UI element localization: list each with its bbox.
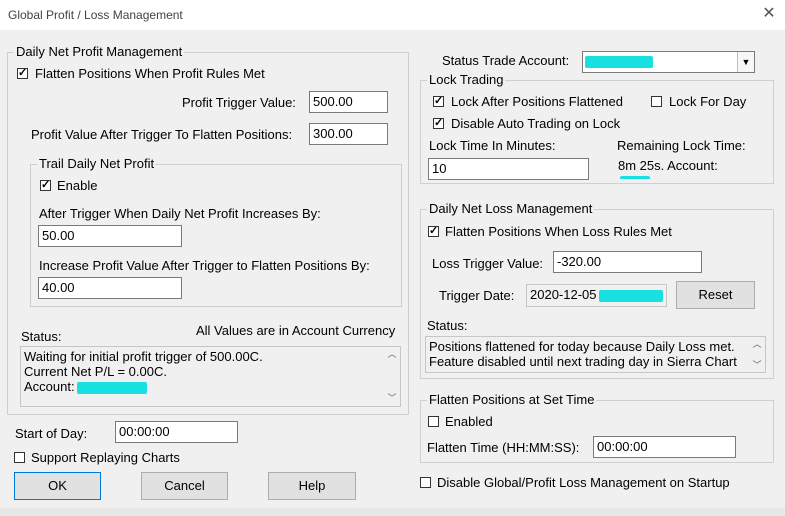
- loss-status-line: Feature disabled until next trading day …: [429, 354, 737, 369]
- flatten-time-input[interactable]: 00:00:00: [593, 436, 736, 458]
- background-strip: [0, 508, 785, 516]
- redacted-account: [76, 381, 147, 394]
- reset-button[interactable]: Reset: [676, 281, 755, 309]
- trail-increase-after-label: Increase Profit Value After Trigger to F…: [39, 258, 370, 273]
- loss-flatten-label: Flatten Positions When Loss Rules Met: [445, 224, 672, 239]
- currency-note: All Values are in Account Currency: [196, 323, 396, 338]
- profit-status-line: Current Net P/L = 0.00C.: [24, 364, 167, 379]
- trail-increase-after-input[interactable]: 40.00: [38, 277, 182, 299]
- flatten-time-label: Flatten Time (HH:MM:SS):: [427, 440, 580, 455]
- close-icon[interactable]: ✕: [760, 4, 778, 24]
- lock-after-flatten-checkbox[interactable]: ✓: [433, 96, 444, 107]
- profit-status-box: Waiting for initial profit trigger of 50…: [20, 346, 401, 407]
- lock-for-day-checkbox[interactable]: [651, 96, 662, 107]
- trail-group-legend: Trail Daily Net Profit: [39, 156, 155, 171]
- lock-for-day-label: Lock For Day: [669, 94, 747, 109]
- support-replay-checkbox[interactable]: [14, 452, 25, 463]
- remaining-lock-label: Remaining Lock Time:: [617, 138, 746, 153]
- loss-status-scrollbar[interactable]: ︿ ﹀: [749, 337, 765, 372]
- flatten-time-group-legend: Flatten Positions at Set Time: [429, 392, 595, 407]
- redacted-account: [585, 56, 653, 68]
- profit-status-label: Status:: [21, 329, 62, 344]
- disable-global-label: Disable Global/Profit Loss Management on…: [437, 475, 730, 490]
- profit-status-line: Waiting for initial profit trigger of 50…: [24, 349, 263, 364]
- start-of-day-input[interactable]: 00:00:00: [115, 421, 238, 443]
- remaining-lock-value: 8m 25s. Account:: [618, 158, 718, 173]
- loss-status-box: Positions flattened for today because Da…: [425, 336, 766, 373]
- scroll-down-icon[interactable]: ﹀: [384, 392, 400, 404]
- profit-flatten-checkbox[interactable]: ✓: [17, 68, 28, 79]
- loss-group-legend: Daily Net Loss Management: [429, 201, 593, 216]
- profit-after-label: Profit Value After Trigger To Flatten Po…: [31, 127, 293, 142]
- profit-trigger-label: Profit Trigger Value:: [182, 95, 296, 110]
- account-label: Account:: [24, 379, 75, 394]
- support-replay-label: Support Replaying Charts: [31, 450, 180, 465]
- status-trade-account-select[interactable]: ▼: [582, 51, 755, 73]
- redacted-account: [620, 175, 650, 179]
- trigger-date-value: 2020-12-05: [530, 287, 597, 302]
- disable-auto-checkbox[interactable]: ✓: [433, 118, 444, 129]
- status-trade-account-label: Status Trade Account:: [442, 53, 570, 68]
- trail-increase-input[interactable]: 50.00: [38, 225, 182, 247]
- profit-status-scrollbar[interactable]: ︿ ﹀: [384, 347, 400, 406]
- lock-time-input[interactable]: 10: [428, 158, 589, 180]
- profit-trigger-input[interactable]: 500.00: [309, 91, 388, 113]
- help-button[interactable]: Help: [268, 472, 356, 500]
- lock-after-flatten-label: Lock After Positions Flattened: [451, 94, 623, 109]
- scroll-up-icon[interactable]: ︿: [749, 338, 765, 350]
- redacted-account: [598, 289, 663, 302]
- start-of-day-label: Start of Day:: [15, 426, 88, 441]
- loss-flatten-checkbox[interactable]: ✓: [428, 226, 439, 237]
- chevron-down-icon[interactable]: ▼: [737, 52, 754, 72]
- trigger-date-label: Trigger Date:: [439, 288, 515, 303]
- window-title: Global Profit / Loss Management: [8, 8, 183, 22]
- scroll-down-icon[interactable]: ﹀: [749, 359, 765, 371]
- trail-increase-label: After Trigger When Daily Net Profit Incr…: [39, 206, 321, 221]
- lock-time-label: Lock Time In Minutes:: [429, 138, 556, 153]
- profit-flatten-label: Flatten Positions When Profit Rules Met: [35, 66, 265, 81]
- profit-group-legend: Daily Net Profit Management: [16, 44, 183, 59]
- loss-trigger-input[interactable]: -320.00: [553, 251, 702, 273]
- profit-after-input[interactable]: 300.00: [309, 123, 388, 145]
- ok-button[interactable]: OK: [14, 472, 101, 500]
- flatten-time-enabled-checkbox[interactable]: [428, 416, 439, 427]
- loss-status-line: Positions flattened for today because Da…: [429, 339, 735, 354]
- flatten-time-enabled-label: Enabled: [445, 414, 493, 429]
- trigger-date-box: 2020-12-05: [526, 284, 667, 307]
- loss-trigger-label: Loss Trigger Value:: [432, 256, 544, 271]
- loss-status-label: Status:: [427, 318, 468, 333]
- scroll-up-icon[interactable]: ︿: [384, 348, 400, 360]
- disable-global-checkbox[interactable]: [420, 477, 431, 488]
- trail-enable-checkbox[interactable]: ✓: [40, 180, 51, 191]
- disable-auto-label: Disable Auto Trading on Lock: [451, 116, 621, 131]
- cancel-button[interactable]: Cancel: [141, 472, 228, 500]
- trail-enable-label: Enable: [57, 178, 98, 193]
- remaining-lock-box: 8m 25s. Account:: [615, 156, 750, 179]
- profit-status-line: Account:: [24, 379, 397, 394]
- lock-group-legend: Lock Trading: [429, 72, 504, 87]
